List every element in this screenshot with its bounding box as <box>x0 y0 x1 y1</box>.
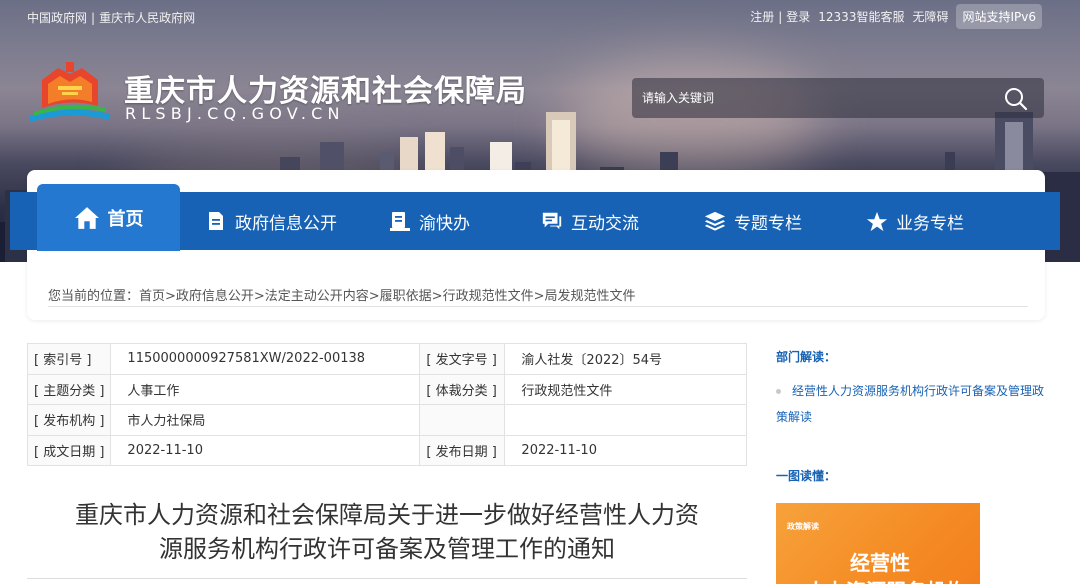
ipv6-badge: 网站支持IPv6 <box>956 4 1042 29</box>
infographic-poster[interactable]: 政策解读 经营性 人力资源服务机构 <box>776 503 980 584</box>
divider <box>27 578 747 579</box>
article-title: 重庆市人力资源和社会保障局关于进一步做好经营性人力资 源服务机构行政许可备案及管… <box>36 498 738 566</box>
nav-item-label: 业务专栏 <box>896 213 964 234</box>
interpretation-link-text: 经营性人力资源服务机构行政许可备案及管理政策解读 <box>776 384 1045 424</box>
nav-item-gov-info[interactable]: 政府信息公开 <box>205 192 389 250</box>
article-title-line: 源服务机构行政许可备案及管理工作的通知 <box>159 535 615 563</box>
accessibility-link[interactable]: 无障碍 <box>912 8 948 25</box>
search-icon[interactable] <box>1004 87 1028 111</box>
meta-value: 渝人社发〔2022〕54号 <box>504 343 747 375</box>
infographic-heading: 一图读懂： <box>776 469 837 483</box>
meta-label: [ 成文日期 ] <box>26 434 112 466</box>
search-input[interactable] <box>642 78 992 118</box>
article-title-line: 重庆市人力资源和社会保障局关于进一步做好经营性人力资 <box>75 501 699 529</box>
meta-empty-cell <box>504 404 747 436</box>
meta-value: 市人力社保局 <box>110 404 421 436</box>
meta-label: [ 体裁分类 ] <box>419 373 506 405</box>
table-row: [ 索引号 ] 1150000000927581XW/2022-00138 [ … <box>26 343 747 375</box>
poster-title: 经营性 <box>850 551 910 575</box>
site-domain: RLSBJ.CQ.GOV.CN <box>125 104 345 123</box>
document-icon <box>205 210 227 232</box>
bullet-icon <box>776 389 781 394</box>
smart-service-link[interactable]: 12333智能客服 <box>818 8 904 25</box>
divider: | <box>91 11 96 25</box>
table-row: [ 主题分类 ] 人事工作 [ 体裁分类 ] 行政规范性文件 <box>26 373 747 405</box>
document-meta-table: [ 索引号 ] 1150000000927581XW/2022-00138 [ … <box>26 343 747 466</box>
nav-item-label: 专题专栏 <box>734 213 802 234</box>
register-link[interactable]: 注册 <box>750 8 774 25</box>
nav-item-business[interactable]: 业务专栏 <box>866 192 1016 250</box>
meta-value: 行政规范性文件 <box>504 373 747 405</box>
bureau-logo-icon[interactable] <box>28 58 112 128</box>
link-cq-gov-portal[interactable]: 重庆市人民政府网 <box>99 11 195 25</box>
poster-tag: 政策解读 <box>787 522 819 531</box>
meta-value: 2022-11-10 <box>110 434 421 466</box>
meta-value: 2022-11-10 <box>504 434 747 466</box>
home-icon <box>74 205 100 231</box>
meta-label: [ 发布日期 ] <box>419 434 506 466</box>
top-utility-bar: 中国政府网 | 重庆市人民政府网 注册 | 登录 12333智能客服 无障碍 网站支持I… <box>0 0 1080 32</box>
nav-item-label: 政府信息公开 <box>235 213 337 234</box>
interpretation-heading: 部门解读： <box>776 350 837 364</box>
meta-value: 1150000000927581XW/2022-00138 <box>110 343 421 375</box>
nav-item-label: 互动交流 <box>571 213 639 234</box>
meta-label: [ 发布机构 ] <box>26 404 112 436</box>
meta-value: 人事工作 <box>110 373 421 405</box>
meta-label: [ 发文字号 ] <box>419 343 506 375</box>
nav-item-label: 首页 <box>107 208 144 230</box>
meta-empty-cell <box>419 404 506 436</box>
meta-label: [ 主题分类 ] <box>26 373 112 405</box>
nav-item-interaction[interactable]: 互动交流 <box>541 192 704 250</box>
star-icon <box>866 210 888 232</box>
service-icon <box>389 210 411 232</box>
table-row: [ 发布机构 ] 市人力社保局 <box>26 404 747 436</box>
poster-subtitle: 人力资源服务机构 <box>806 575 966 584</box>
divider: | <box>778 9 783 24</box>
nav-item-special-topics[interactable]: 专题专栏 <box>704 192 866 250</box>
chat-icon <box>541 210 563 232</box>
layers-icon <box>704 210 726 232</box>
nav-item-home[interactable]: 首页 <box>37 184 180 251</box>
link-gov-portal[interactable]: 中国政府网 <box>27 11 87 25</box>
login-link[interactable]: 登录 <box>786 8 810 25</box>
search-box <box>632 78 1044 118</box>
breadcrumb[interactable]: 您当前的位置：首页>政府信息公开>法定主动公开内容>履职依据>行政规范性文件>局… <box>48 285 635 304</box>
nav-item-label: 渝快办 <box>419 213 470 234</box>
nav-item-yukuaiban[interactable]: 渝快办 <box>389 192 541 250</box>
table-row: [ 成文日期 ] 2022-11-10 [ 发布日期 ] 2022-11-10 <box>26 434 747 466</box>
divider <box>48 306 1028 307</box>
meta-label: [ 索引号 ] <box>26 343 112 375</box>
interpretation-link[interactable]: 经营性人力资源服务机构行政许可备案及管理政策解读 <box>776 378 1046 430</box>
main-navigation: 首页 政府信息公开 渝快办 互动交流 专题专栏 业务专栏 <box>10 184 1060 251</box>
